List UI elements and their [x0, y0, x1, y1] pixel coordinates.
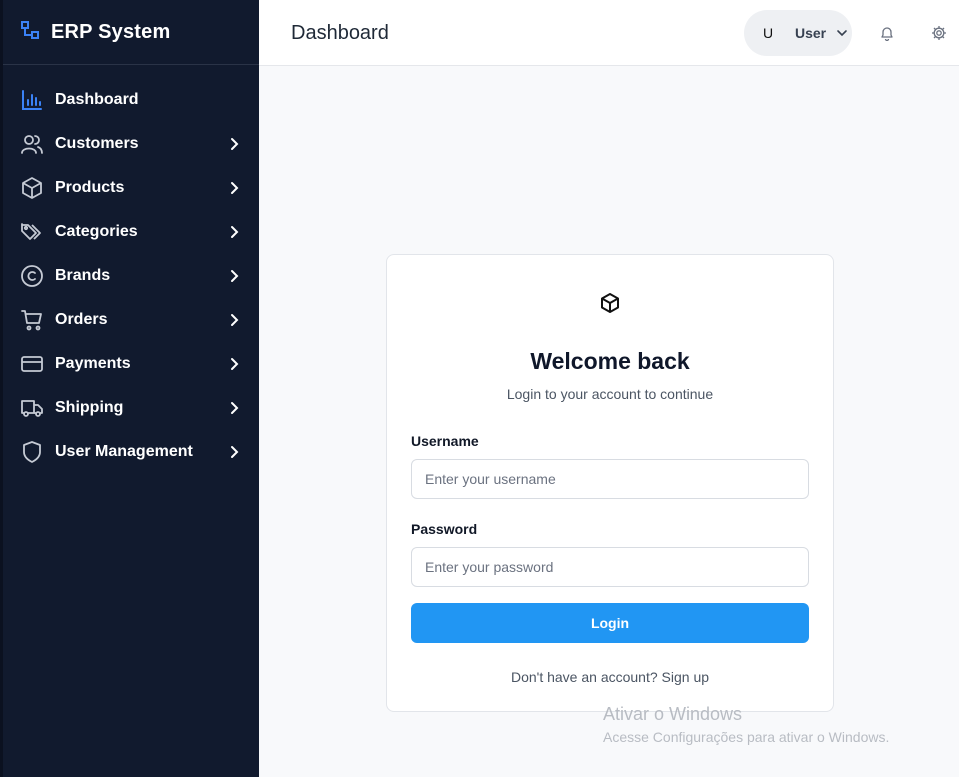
- sidebar-item-label: User Management: [55, 443, 193, 460]
- users-icon: [20, 132, 44, 156]
- sidebar-item-shipping[interactable]: Shipping: [3, 386, 259, 430]
- shield-icon: [20, 440, 44, 464]
- sidebar-item-customers[interactable]: Customers: [3, 122, 259, 166]
- login-title: Welcome back: [530, 348, 690, 374]
- user-menu-button[interactable]: U User: [744, 10, 852, 56]
- sidebar-item-label: Products: [55, 179, 125, 196]
- chevron-right-icon: [231, 182, 239, 194]
- sidebar: ERP System Dashboard Customers Products: [0, 0, 259, 777]
- username-input[interactable]: [411, 459, 809, 499]
- bell-icon[interactable]: [879, 25, 895, 41]
- top-header: Dashboard U User: [259, 0, 959, 66]
- sidebar-item-user-management[interactable]: User Management: [3, 430, 259, 474]
- login-card: Welcome back Login to your account to co…: [386, 254, 834, 712]
- chevron-right-icon: [231, 446, 239, 458]
- signup-prompt: Don't have an account? Sign up: [387, 669, 833, 685]
- chevron-right-icon: [231, 270, 239, 282]
- chevron-right-icon: [231, 402, 239, 414]
- sidebar-item-label: Payments: [55, 355, 131, 372]
- chevron-down-icon: [837, 30, 847, 37]
- signup-text: Don't have an account?: [510, 669, 658, 685]
- avatar: U: [763, 25, 774, 41]
- sidebar-item-brands[interactable]: Brands: [3, 254, 259, 298]
- sidebar-item-label: Orders: [55, 311, 108, 328]
- sidebar-item-categories[interactable]: Categories: [3, 210, 259, 254]
- windows-activation-watermark: Ativar o Windows Acesse Configurações pa…: [603, 704, 889, 745]
- username-label: Username: [411, 433, 479, 449]
- credit-card-icon: [20, 352, 44, 376]
- sidebar-item-label: Brands: [55, 267, 111, 284]
- login-subtitle: Login to your account to continue: [506, 386, 714, 402]
- password-input[interactable]: [411, 547, 809, 587]
- bar-chart-icon: [20, 88, 44, 112]
- watermark-subtitle: Acesse Configurações para ativar o Windo…: [603, 729, 890, 745]
- page-title: Dashboard: [291, 22, 389, 44]
- chevron-right-icon: [231, 358, 239, 370]
- sidebar-item-dashboard[interactable]: Dashboard: [3, 78, 259, 122]
- sidebar-item-label: Shipping: [55, 399, 124, 416]
- sidebar-item-label: Dashboard: [55, 91, 139, 108]
- brand[interactable]: ERP System: [3, 0, 259, 65]
- user-name: User: [795, 25, 827, 41]
- chevron-right-icon: [231, 314, 239, 326]
- login-button[interactable]: Login: [411, 603, 809, 643]
- sidebar-item-payments[interactable]: Payments: [3, 342, 259, 386]
- tags-icon: [20, 220, 44, 244]
- cart-icon: [20, 308, 44, 332]
- truck-icon: [20, 396, 44, 420]
- sidebar-item-orders[interactable]: Orders: [3, 298, 259, 342]
- box-icon: [601, 293, 619, 313]
- app-title: ERP System: [51, 20, 171, 43]
- box-icon: [20, 176, 44, 200]
- sidebar-item-products[interactable]: Products: [3, 166, 259, 210]
- copyright-icon: [20, 264, 44, 288]
- watermark-title: Ativar o Windows: [603, 704, 743, 724]
- sidebar-item-label: Categories: [55, 223, 138, 240]
- logo-icon: [21, 20, 39, 44]
- sidebar-nav: Dashboard Customers Products Categories: [3, 65, 259, 474]
- gear-icon[interactable]: [931, 25, 947, 41]
- chevron-right-icon: [231, 138, 239, 150]
- chevron-right-icon: [231, 226, 239, 238]
- sidebar-item-label: Customers: [55, 135, 139, 152]
- password-label: Password: [411, 521, 478, 537]
- signup-link[interactable]: Sign up: [662, 669, 709, 685]
